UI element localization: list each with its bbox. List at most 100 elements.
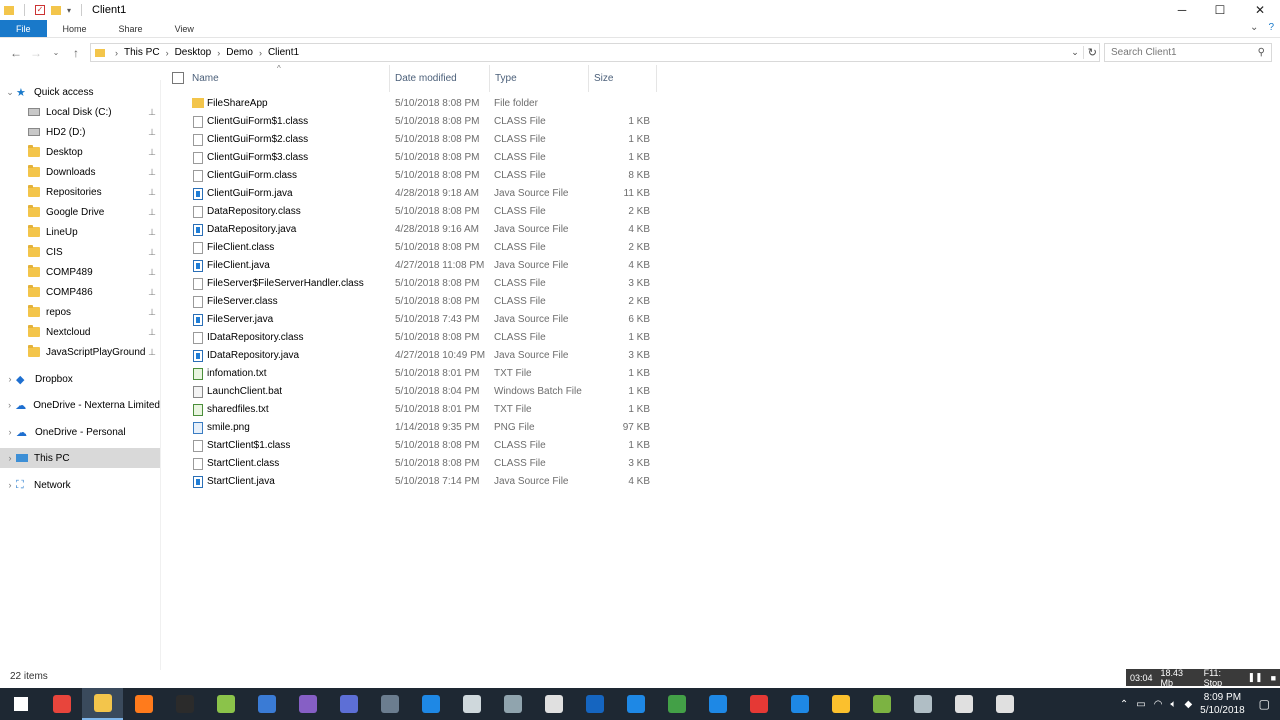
nav-item[interactable]: Google Drive ⊥ <box>0 202 160 222</box>
file-row[interactable]: DataRepository.class 5/10/2018 8:08 PM CLA… <box>162 203 662 221</box>
file-row[interactable]: ClientGuiForm$3.class 5/10/2018 8:08 PM CL… <box>162 149 662 167</box>
customize-dropdown-icon[interactable]: ▾ <box>67 6 71 15</box>
taskbar-button[interactable] <box>656 688 697 720</box>
back-icon[interactable]: ← <box>6 46 26 60</box>
nav-item[interactable]: Local Disk (C:) ⊥ <box>0 102 160 122</box>
nav-item[interactable]: Desktop ⊥ <box>0 142 160 162</box>
taskbar-button[interactable] <box>205 688 246 720</box>
file-row[interactable]: ClientGuiForm$1.class 5/10/2018 8:08 PM CL… <box>162 113 662 131</box>
taskbar-button[interactable] <box>820 688 861 720</box>
taskbar-button[interactable] <box>492 688 533 720</box>
file-row[interactable]: LaunchClient.bat 5/10/2018 8:04 PM Windows… <box>162 383 662 401</box>
file-row[interactable]: IDataRepository.java 4/27/2018 10:49 PM Ja… <box>162 347 662 365</box>
search-input[interactable]: Search Client1 <box>1111 47 1177 58</box>
chevron-right-icon[interactable]: › <box>259 48 262 58</box>
nav-item[interactable]: CIS ⊥ <box>0 242 160 262</box>
clock[interactable]: 8:09 PM 5/10/2018 <box>1200 691 1245 717</box>
refresh-icon[interactable]: ↻ <box>1082 46 1097 59</box>
stop-icon[interactable]: ■ <box>1271 673 1276 683</box>
taskbar-button[interactable] <box>328 688 369 720</box>
nav-item[interactable]: LineUp ⊥ <box>0 222 160 242</box>
file-row[interactable]: StartClient.java 5/10/2018 7:14 PM Java So… <box>162 473 662 491</box>
nav-item[interactable]: repos ⊥ <box>0 302 160 322</box>
chevron-right-icon[interactable]: › <box>115 48 118 58</box>
nav-this-pc[interactable]: › This PC <box>0 448 160 468</box>
nav-onedrive-personal[interactable]: › ☁ OneDrive - Personal <box>0 422 160 442</box>
properties-icon[interactable]: ✓ <box>35 5 45 15</box>
nav-item[interactable]: JavaScriptPlayGround ⊥ <box>0 342 160 362</box>
dropbox-tray-icon[interactable]: ◆ <box>1184 699 1192 710</box>
file-row[interactable]: ClientGuiForm.class 5/10/2018 8:08 PM CLAS… <box>162 167 662 185</box>
file-row[interactable]: FileServer$FileServerHandler.class 5/10/2… <box>162 275 662 293</box>
nav-network[interactable]: › ⛶ Network <box>0 475 160 495</box>
file-row[interactable]: FileShareApp 5/10/2018 8:08 PM File folder <box>162 95 662 113</box>
close-button[interactable]: ✕ <box>1240 0 1280 20</box>
file-row[interactable]: FileServer.java 5/10/2018 7:43 PM Java Sou… <box>162 311 662 329</box>
tab-share[interactable]: Share <box>103 20 159 37</box>
taskbar-button[interactable] <box>738 688 779 720</box>
nav-item[interactable]: Nextcloud ⊥ <box>0 322 160 342</box>
chevron-right-icon[interactable]: › <box>4 427 16 437</box>
chevron-right-icon[interactable]: › <box>166 48 169 58</box>
taskbar-button[interactable] <box>902 688 943 720</box>
chevron-right-icon[interactable]: › <box>217 48 220 58</box>
pin-icon[interactable]: ⊥ <box>148 227 156 238</box>
file-row[interactable]: StartClient$1.class 5/10/2018 8:08 PM CLAS… <box>162 437 662 455</box>
battery-icon[interactable]: ▭ <box>1136 699 1145 710</box>
breadcrumb-demo[interactable]: Demo <box>226 47 253 58</box>
pin-icon[interactable]: ⊥ <box>148 127 156 138</box>
taskbar-button[interactable] <box>861 688 902 720</box>
taskbar-button[interactable] <box>410 688 451 720</box>
column-size[interactable]: Size <box>589 65 657 92</box>
pin-icon[interactable]: ⊥ <box>148 207 156 218</box>
taskbar-button[interactable] <box>123 688 164 720</box>
taskbar-button[interactable] <box>41 688 82 720</box>
nav-quick-access[interactable]: ⌄ ★ Quick access <box>0 82 160 102</box>
chevron-right-icon[interactable]: › <box>4 453 16 463</box>
taskbar-button[interactable] <box>0 688 41 720</box>
search-box[interactable]: Search Client1 ⚲ <box>1104 43 1272 62</box>
pin-icon[interactable]: ⊥ <box>148 267 156 278</box>
taskbar-button[interactable] <box>615 688 656 720</box>
file-row[interactable]: DataRepository.java 4/28/2018 9:16 AM Java… <box>162 221 662 239</box>
taskbar-button[interactable] <box>369 688 410 720</box>
minimize-button[interactable]: ─ <box>1162 0 1202 20</box>
up-icon[interactable]: ↑ <box>66 46 86 60</box>
column-date-modified[interactable]: Date modified <box>390 65 490 92</box>
chevron-down-icon[interactable]: ⌄ <box>1071 47 1079 58</box>
tab-home[interactable]: Home <box>47 20 103 37</box>
file-row[interactable]: sharedfiles.txt 5/10/2018 8:01 PM TXT File… <box>162 401 662 419</box>
file-row[interactable]: smile.png 1/14/2018 9:35 PM PNG File 97 KB <box>162 419 662 437</box>
nav-dropbox[interactable]: › ◆ Dropbox <box>0 369 160 389</box>
taskbar-button[interactable] <box>943 688 984 720</box>
wifi-icon[interactable]: ◠ <box>1154 699 1163 710</box>
taskbar-button[interactable] <box>533 688 574 720</box>
nav-item[interactable]: Repositories ⊥ <box>0 182 160 202</box>
nav-item[interactable]: HD2 (D:) ⊥ <box>0 122 160 142</box>
chevron-right-icon[interactable]: › <box>4 480 16 490</box>
file-row[interactable]: FileServer.class 5/10/2018 8:08 PM CLASS F… <box>162 293 662 311</box>
pin-icon[interactable]: ⊥ <box>148 287 156 298</box>
breadcrumb-this-pc[interactable]: This PC <box>124 47 160 58</box>
nav-item[interactable]: COMP486 ⊥ <box>0 282 160 302</box>
taskbar-button[interactable] <box>984 688 1025 720</box>
expand-ribbon-icon[interactable]: ⌄ <box>1250 22 1258 33</box>
file-row[interactable]: ClientGuiForm.java 4/28/2018 9:18 AM Java … <box>162 185 662 203</box>
taskbar-button[interactable] <box>697 688 738 720</box>
file-row[interactable]: ClientGuiForm$2.class 5/10/2018 8:08 PM CL… <box>162 131 662 149</box>
file-row[interactable]: IDataRepository.class 5/10/2018 8:08 PM CL… <box>162 329 662 347</box>
pin-icon[interactable]: ⊥ <box>148 307 156 318</box>
taskbar-button[interactable] <box>246 688 287 720</box>
taskbar-button[interactable] <box>287 688 328 720</box>
nav-item[interactable]: COMP489 ⊥ <box>0 262 160 282</box>
recorder-stop[interactable]: F11: Stop <box>1204 668 1240 688</box>
recent-locations-icon[interactable]: ⌄ <box>46 48 66 57</box>
select-all-checkbox[interactable] <box>172 72 184 84</box>
pin-icon[interactable]: ⊥ <box>148 247 156 258</box>
taskbar-button[interactable] <box>574 688 615 720</box>
column-type[interactable]: Type <box>490 65 589 92</box>
pin-icon[interactable]: ⊥ <box>148 327 156 338</box>
taskbar-button[interactable] <box>451 688 492 720</box>
pin-icon[interactable]: ⊥ <box>148 347 156 358</box>
pin-icon[interactable]: ⊥ <box>148 167 156 178</box>
